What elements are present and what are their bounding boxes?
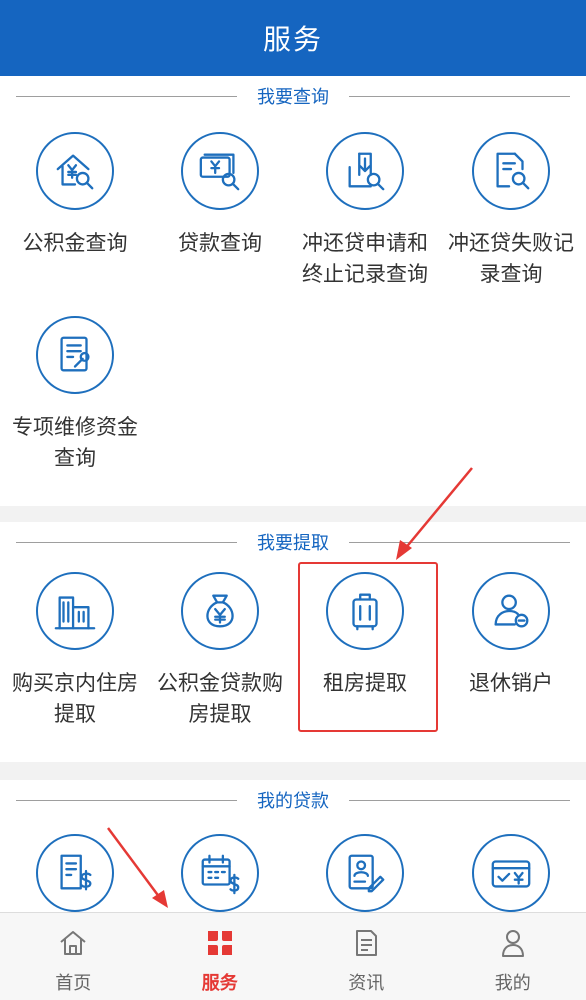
bill-dollar-icon [36, 834, 114, 912]
service-item-loan-buy-withdraw[interactable]: 公积金贷款购房提取 [147, 572, 293, 730]
person-icon [501, 930, 524, 957]
highlight-box-rent-withdraw [298, 562, 438, 732]
home-icon [60, 931, 86, 955]
app-header: 服务 [0, 0, 586, 76]
divider [16, 541, 237, 543]
service-item-loan-info[interactable] [292, 834, 438, 912]
news-icon [356, 930, 378, 956]
item-label: 贷款查询 [178, 231, 262, 255]
withdraw-section: 我要提取 购买京内住房提取 公积金贷款购房提取 租房提取 退休销户 [0, 522, 586, 762]
money-bag-icon [181, 572, 259, 650]
tab-mine[interactable]: 我的 [440, 913, 586, 1000]
buildings-icon [36, 572, 114, 650]
divider [16, 799, 237, 801]
service-item-buy-house-withdraw[interactable]: 购买京内住房提取 [2, 572, 148, 730]
page-title: 服务 [262, 23, 323, 56]
service-item-loan-bill[interactable] [2, 834, 148, 912]
item-label: 专项维修资金查询 [12, 415, 138, 470]
section-title: 我要查询 [257, 87, 329, 108]
divider [349, 95, 570, 97]
section-header: 我的贷款 [0, 780, 586, 820]
service-item-repay-fail-query[interactable]: 冲还贷失败记录查询 [438, 132, 584, 290]
query-section: 我要查询 公积金查询 贷款查询 冲还贷申请和终止记录查询 冲还贷失败记录查询 专… [0, 76, 586, 506]
section-header: 我要提取 [0, 522, 586, 562]
item-label: 退休销户 [469, 671, 553, 695]
tab-home[interactable]: 首页 [0, 913, 147, 1000]
user-minus-icon [472, 572, 550, 650]
item-label: 冲还贷失败记录查询 [448, 231, 574, 286]
money-search-icon [181, 132, 259, 210]
divider [16, 95, 237, 97]
service-item-retire-close[interactable]: 退休销户 [438, 572, 584, 699]
section-title: 我要提取 [257, 533, 329, 554]
item-label: 冲还贷申请和终止记录查询 [302, 231, 428, 286]
calendar-dollar-icon [181, 834, 259, 912]
service-item-repay-record-query[interactable]: 冲还贷申请和终止记录查询 [292, 132, 438, 290]
grid-icon [207, 931, 232, 955]
bottom-tab-bar: 首页 服务 资讯 我的 [0, 912, 586, 1000]
download-doc-search-icon [326, 132, 404, 210]
service-item-repay-plan[interactable] [147, 834, 293, 912]
tab-service[interactable]: 服务 [147, 913, 294, 1000]
tab-label: 首页 [55, 973, 92, 994]
tab-label: 服务 [201, 973, 238, 994]
profile-edit-icon [326, 834, 404, 912]
item-label: 公积金查询 [22, 231, 128, 255]
section-title: 我的贷款 [257, 791, 329, 812]
item-label: 购买京内住房提取 [12, 671, 138, 726]
tab-news[interactable]: 资讯 [293, 913, 440, 1000]
doc-wrench-icon [36, 316, 114, 394]
house-yuan-search-icon [36, 132, 114, 210]
my-loan-section: 我的贷款 [0, 780, 586, 920]
divider [349, 799, 570, 801]
service-item-loan-query[interactable]: 贷款查询 [147, 132, 293, 259]
service-item-maintenance-fund-query[interactable]: 专项维修资金查询 [2, 316, 148, 474]
card-check-yuan-icon [472, 834, 550, 912]
tab-label: 资讯 [348, 973, 385, 994]
tab-label: 我的 [494, 973, 531, 994]
doc-search-icon [472, 132, 550, 210]
service-item-fund-query[interactable]: 公积金查询 [2, 132, 148, 259]
section-header: 我要查询 [0, 76, 586, 116]
item-label: 公积金贷款购房提取 [157, 671, 283, 726]
divider [349, 541, 570, 543]
service-item-repay-account[interactable] [438, 834, 584, 912]
